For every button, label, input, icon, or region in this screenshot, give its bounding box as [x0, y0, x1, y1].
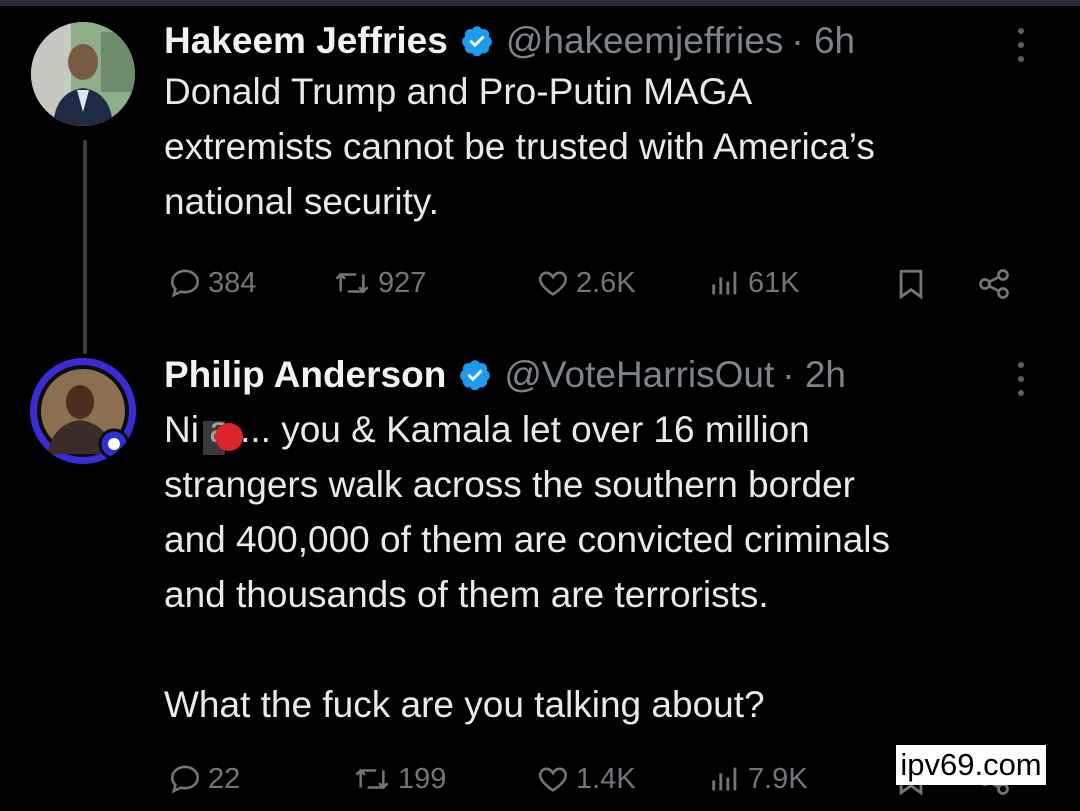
- tweet-header: Philip Anderson @VoteHarrisOut · 2h: [164, 354, 846, 396]
- tweet-time[interactable]: · 6h: [791, 20, 855, 62]
- views-button[interactable]: 61K: [708, 266, 800, 300]
- author-handle[interactable]: @hakeemjeffries: [506, 20, 784, 62]
- views-count: 7.9K: [748, 762, 808, 795]
- reply-icon: [170, 269, 200, 298]
- tweet-header: Hakeem Jeffries @hakeemjeffries · 6h: [164, 20, 855, 62]
- reply-button[interactable]: 384: [168, 266, 256, 300]
- tweet-text: Donald Trump and Pro-Putin MAGA extremis…: [164, 71, 875, 222]
- like-button[interactable]: 2.6K: [536, 266, 636, 300]
- avatar[interactable]: [31, 22, 135, 126]
- avatar-photo-icon: [31, 22, 135, 126]
- avatar[interactable]: [30, 358, 136, 464]
- tweet-text: Ni a.... you & Kamala let over 16 millio…: [164, 409, 891, 725]
- views-icon: [712, 767, 737, 791]
- author-name[interactable]: Philip Anderson: [164, 354, 446, 396]
- watermark: ipv69.com: [896, 745, 1046, 785]
- redaction-dot: [215, 423, 243, 451]
- views-button[interactable]: 7.9K: [708, 762, 808, 796]
- like-icon: [539, 767, 567, 792]
- reply-count: 384: [208, 266, 257, 299]
- like-count: 2.6K: [576, 266, 636, 299]
- tweet-actions: 384 927 2.6K 61K: [164, 266, 1044, 306]
- share-icon: [979, 269, 1009, 299]
- author-name[interactable]: Hakeem Jeffries: [164, 20, 448, 62]
- reply-button[interactable]: 22: [168, 762, 240, 796]
- tweet-jeffries[interactable]: Hakeem Jeffries @hakeemjeffries · 6h Don…: [0, 18, 1080, 354]
- share-button[interactable]: [974, 266, 1014, 302]
- verified-badge-icon: [461, 26, 492, 57]
- like-count: 1.4K: [576, 762, 636, 795]
- reply-count: 22: [208, 762, 241, 795]
- thread-line: [83, 140, 87, 354]
- top-edge-bar: [0, 0, 1080, 6]
- retweet-button[interactable]: 199: [352, 762, 446, 796]
- retweet-icon: [335, 272, 369, 294]
- reply-icon: [170, 765, 200, 794]
- retweet-count: 927: [378, 266, 427, 299]
- like-icon: [539, 271, 567, 296]
- tweet-time[interactable]: · 2h: [782, 354, 846, 396]
- bookmark-icon: [899, 269, 923, 300]
- more-options-icon[interactable]: [1018, 362, 1028, 396]
- author-handle[interactable]: @VoteHarrisOut: [504, 354, 774, 396]
- like-button[interactable]: 1.4K: [536, 762, 636, 796]
- tweet-anderson[interactable]: Philip Anderson @VoteHarrisOut · 2h Ni a…: [0, 352, 1080, 811]
- retweet-count: 199: [398, 762, 447, 795]
- retweet-icon: [355, 768, 389, 790]
- retweet-button[interactable]: 927: [332, 266, 426, 300]
- more-options-icon[interactable]: [1018, 28, 1028, 62]
- bookmark-button[interactable]: [894, 266, 928, 302]
- verified-badge-icon: [460, 360, 491, 391]
- avatar-photo-icon: [30, 358, 136, 464]
- views-icon: [712, 271, 737, 295]
- views-count: 61K: [748, 266, 800, 299]
